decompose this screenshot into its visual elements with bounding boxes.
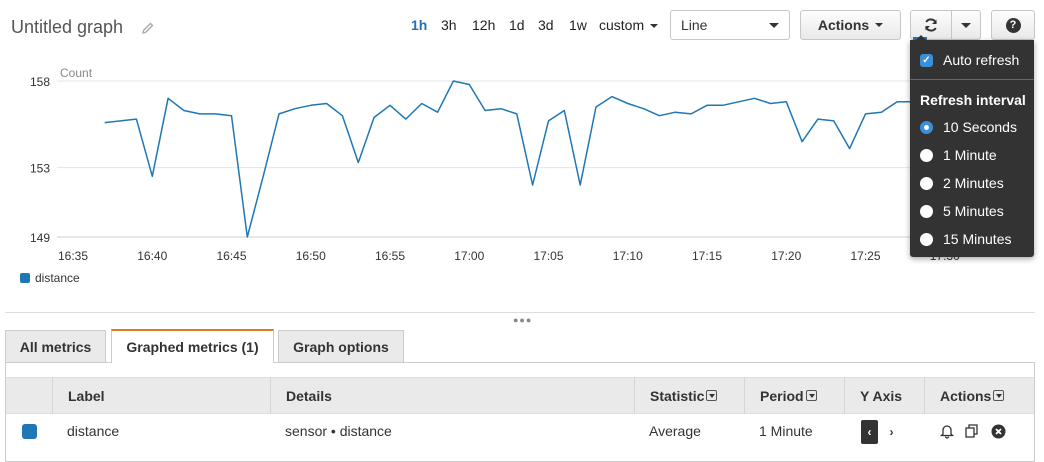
edit-pencil-icon[interactable] (141, 21, 155, 35)
chevron-down-icon (769, 22, 779, 28)
graph-title[interactable]: Untitled graph (11, 17, 123, 38)
x-tick-label: 17:10 (613, 249, 643, 263)
refresh-option-1-minute[interactable]: 1 Minute (910, 141, 1034, 169)
active-tab-joiner (112, 361, 273, 363)
custom-label: custom (599, 17, 645, 33)
range-1h[interactable]: 1h (411, 17, 427, 33)
caret-down-icon (650, 24, 659, 29)
radio-icon[interactable] (920, 204, 933, 218)
line-chart: 149 153 158 16:35 16:40 16:45 16:50 16:55 17:00… (30, 66, 1034, 263)
refresh-option-10-seconds[interactable]: 10 Seconds (910, 113, 1034, 141)
refresh-option-label: 15 Minutes (943, 231, 1012, 247)
refresh-option-label: 10 Seconds (943, 119, 1017, 135)
tab-graphed-metrics[interactable]: Graphed metrics (1) (111, 329, 274, 362)
column-header-label-text: Label (68, 387, 105, 404)
row-details: sensor • distance (285, 423, 392, 439)
refresh-menu: ✓ Auto refresh Refresh interval 10 Secon… (910, 35, 1034, 257)
caret-down-icon (961, 22, 971, 28)
row-period[interactable]: 1 Minute (759, 414, 813, 448)
x-tick-label: 17:20 (771, 249, 801, 263)
range-custom[interactable]: custom (599, 17, 659, 33)
refresh-options-button[interactable] (951, 10, 981, 40)
x-tick-label: 17:15 (692, 249, 722, 263)
legend-label: distance (35, 271, 80, 285)
y-tick-label: 149 (30, 231, 50, 245)
x-tick-label: 16:55 (375, 249, 405, 263)
legend-swatch (20, 273, 30, 283)
range-1d[interactable]: 1d (509, 17, 525, 33)
range-12h[interactable]: 12h (472, 17, 495, 33)
remove-icon[interactable] (989, 422, 1007, 440)
column-header-statistic[interactable]: Statistic (634, 377, 744, 414)
caret-down-icon (875, 23, 884, 27)
chart-gridlines (57, 80, 1034, 238)
x-tick-label: 17:05 (533, 249, 563, 263)
column-header-details[interactable]: Details (270, 377, 634, 414)
column-header-actions[interactable]: Actions (924, 377, 1034, 414)
tab-all-metrics[interactable]: All metrics (5, 330, 106, 362)
auto-refresh-label: Auto refresh (943, 52, 1020, 68)
x-tick-label: 17:25 (850, 249, 880, 263)
actions-button[interactable]: Actions (800, 10, 901, 40)
duplicate-icon[interactable] (963, 422, 981, 440)
row-label[interactable]: distance (67, 414, 119, 448)
dropdown-icon[interactable] (706, 390, 718, 401)
range-1w[interactable]: 1w (569, 17, 587, 33)
column-header-statistic-text: Statistic (650, 387, 705, 404)
x-axis: 16:35 16:40 16:45 16:50 16:55 17:00 17:05 17:10… (58, 249, 960, 263)
tab-graph-options[interactable]: Graph options (278, 330, 404, 362)
y-axis-label: Count (60, 66, 93, 80)
refresh-option-label: 2 Minutes (943, 175, 1004, 191)
x-tick-label: 16:35 (58, 249, 88, 263)
row-color-swatch[interactable] (22, 424, 37, 439)
menu-separator (910, 79, 1034, 80)
checkbox-checked-icon[interactable]: ✓ (920, 53, 933, 67)
x-tick-label: 16:50 (296, 249, 326, 263)
chart-legend[interactable]: distance (20, 271, 80, 285)
refresh-option-15-minutes[interactable]: 15 Minutes (910, 225, 1034, 253)
column-header-details-text: Details (286, 387, 332, 404)
y-tick-label: 158 (30, 75, 50, 89)
bell-icon[interactable] (938, 422, 956, 440)
column-header-yaxis-text: Y Axis (860, 387, 903, 404)
refresh-icon (925, 18, 937, 32)
y-axis: 149 153 158 (30, 75, 50, 245)
y-axis-left-icon[interactable]: ‹ (861, 420, 878, 444)
refresh-option-2-minutes[interactable]: 2 Minutes (910, 169, 1034, 197)
column-header-actions-text: Actions (940, 387, 992, 404)
y-tick-label: 153 (30, 162, 50, 176)
x-tick-label: 17:00 (454, 249, 484, 263)
chart-type-value: Line (681, 17, 708, 33)
column-header-period-text: Period (760, 387, 804, 404)
resize-handle-icon[interactable]: ●●● (513, 315, 532, 325)
dropdown-icon[interactable] (993, 390, 1005, 401)
dropdown-icon[interactable] (805, 390, 817, 401)
radio-icon[interactable] (920, 232, 933, 246)
series-line-distance (104, 80, 913, 238)
refresh-option-label: 1 Minute (943, 147, 997, 163)
help-icon: ? (1005, 17, 1021, 33)
x-tick-label: 16:40 (137, 249, 167, 263)
series-layer (104, 80, 913, 238)
help-button[interactable]: ? (991, 10, 1035, 40)
refresh-option-label: 5 Minutes (943, 203, 1004, 219)
range-3d[interactable]: 3d (538, 17, 554, 33)
column-header-yaxis: Y Axis (844, 377, 924, 414)
radio-icon[interactable] (920, 176, 933, 190)
x-tick-label: 16:45 (216, 249, 246, 263)
refresh-interval-title: Refresh interval (920, 92, 1026, 108)
radio-icon[interactable] (920, 148, 933, 162)
column-header-period[interactable]: Period (744, 377, 844, 414)
range-3h[interactable]: 3h (441, 17, 457, 33)
chart-type-select[interactable]: Line (670, 10, 790, 40)
actions-label: Actions (817, 17, 870, 33)
refresh-option-5-minutes[interactable]: 5 Minutes (910, 197, 1034, 225)
column-header-label[interactable]: Label (52, 377, 270, 414)
radio-selected-icon[interactable] (920, 120, 933, 134)
panel-divider (5, 312, 1035, 313)
row-statistic[interactable]: Average (649, 414, 701, 448)
y-axis-right-icon[interactable]: › (883, 420, 900, 444)
auto-refresh-toggle[interactable]: ✓ Auto refresh (910, 46, 1034, 74)
